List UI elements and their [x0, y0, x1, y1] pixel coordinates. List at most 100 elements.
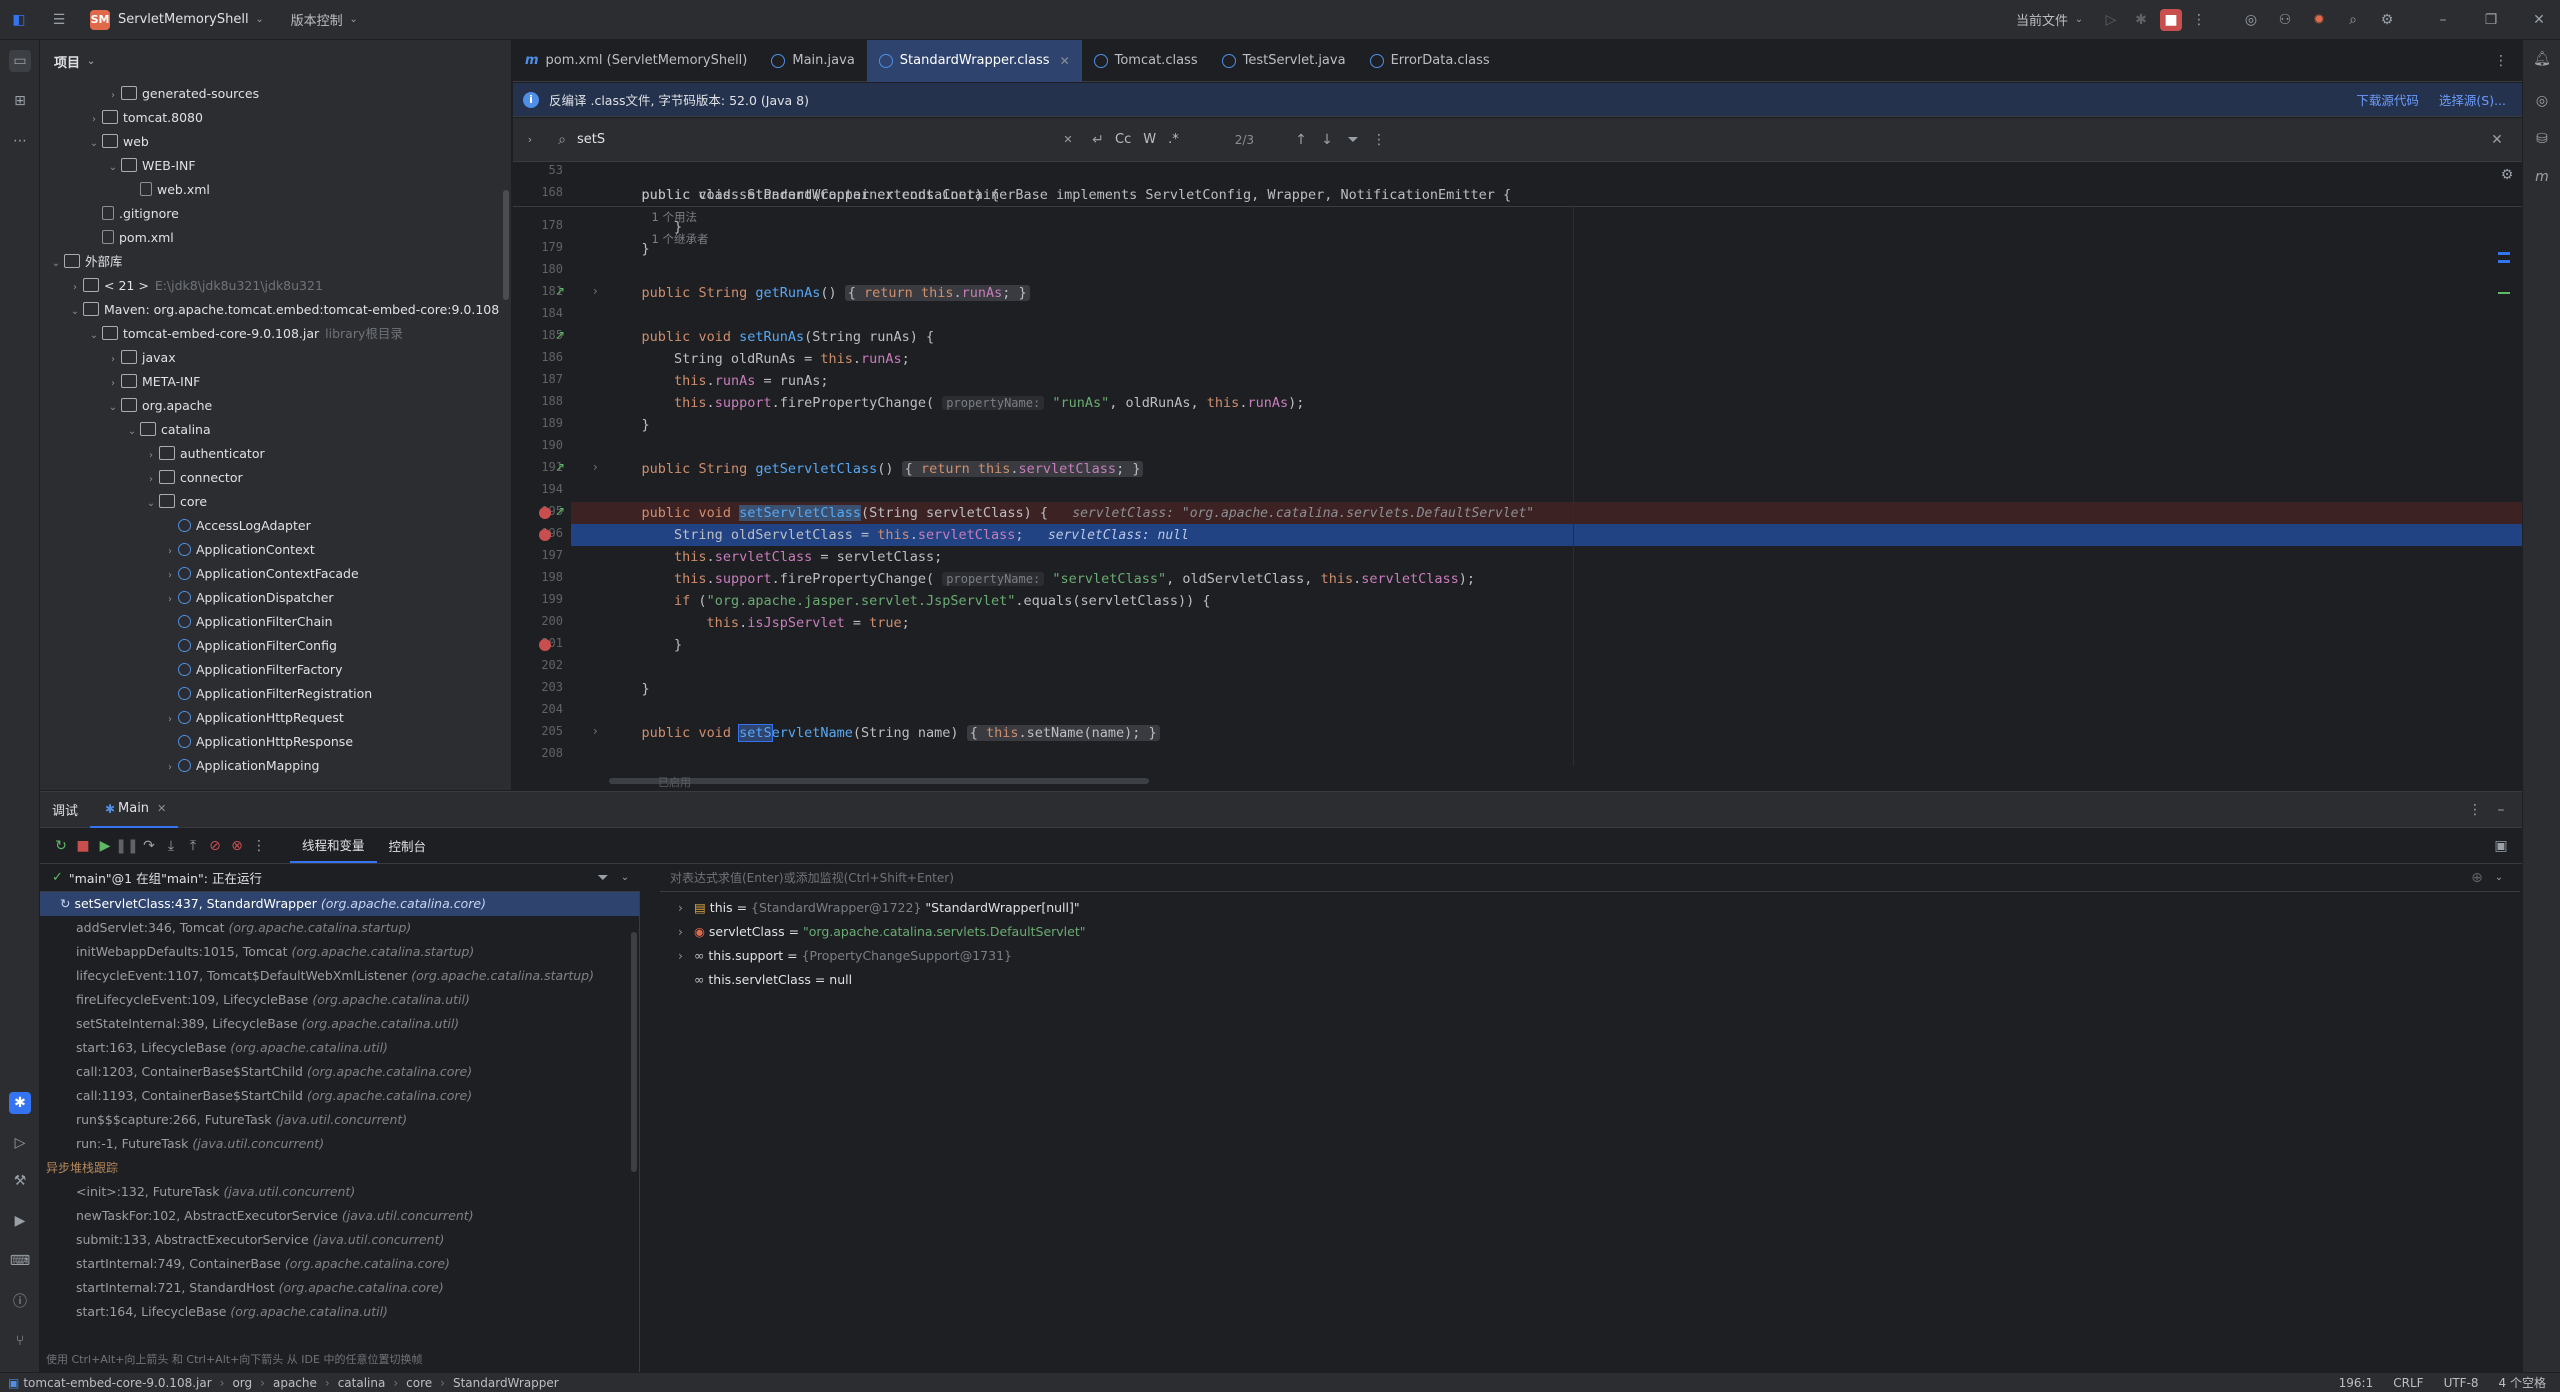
editor-tab[interactable]: Tomcat.class — [1082, 40, 1210, 82]
stack-frame[interactable]: start:164, LifecycleBase (org.apache.cat… — [40, 1300, 639, 1324]
tree-item[interactable]: ⌄ tomcat-embed-core-9.0.108.jar library根目录 — [40, 322, 511, 346]
code-line[interactable] — [571, 260, 2522, 282]
code-line[interactable]: this.servletClass = servletClass; — [571, 546, 2522, 568]
stack-frame[interactable]: call:1203, ContainerBase$StartChild (org… — [40, 1060, 639, 1084]
view-breakpoints-icon[interactable]: ⊘ — [204, 835, 226, 857]
stack-frame[interactable]: startInternal:721, StandardHost (org.apa… — [40, 1276, 639, 1300]
variable-row[interactable]: › ◉ servletClass = "org.apache.catalina.s… — [660, 920, 2522, 944]
code-line[interactable]: public void setRunAs(String runAs) { — [571, 326, 2522, 348]
code-line[interactable]: } — [571, 238, 2522, 260]
filter-icon[interactable]: ⏷ — [1342, 129, 1364, 151]
clear-search-icon[interactable]: ✕ — [1057, 129, 1079, 151]
code-line[interactable]: String oldServletClass = this.servletCla… — [571, 524, 2522, 546]
code-line[interactable]: } — [571, 216, 2522, 238]
chevron-right-icon[interactable]: › — [678, 920, 694, 944]
chevron-right-icon[interactable]: › — [105, 372, 121, 396]
tree-item[interactable]: ⌄ core — [40, 490, 511, 514]
code-line[interactable]: String oldRunAs = this.runAs; — [571, 348, 2522, 370]
whole-word-toggle[interactable]: W — [1143, 132, 1156, 147]
filter-icon[interactable]: ⏷ — [592, 867, 614, 889]
maven-icon[interactable]: m — [2531, 166, 2553, 188]
more-icon[interactable]: ⋮ — [2188, 9, 2210, 31]
account-icon[interactable]: ⚇ — [2274, 9, 2296, 31]
override-marker-icon[interactable]: ↗ — [555, 504, 565, 518]
code-line[interactable]: this.isJspServlet = true; — [571, 612, 2522, 634]
fold-chevron-icon[interactable]: › — [593, 460, 598, 474]
debug-tool-icon[interactable]: ✱ — [9, 1092, 31, 1114]
run-config-selector[interactable]: 当前文件 — [2016, 10, 2068, 29]
chevron-down-icon[interactable]: ⌄ — [86, 132, 102, 156]
code-line[interactable]: this.support.firePropertyChange( propert… — [571, 568, 2522, 590]
download-sources-link[interactable]: 下载源代码 — [2356, 90, 2419, 109]
tree-item[interactable]: ApplicationFilterRegistration — [40, 682, 511, 706]
chevron-right-icon[interactable]: › — [67, 276, 83, 300]
stack-frame[interactable]: newTaskFor:102, AbstractExecutorService … — [40, 1204, 639, 1228]
project-tool-icon[interactable]: ▭ — [9, 50, 31, 72]
tab-console[interactable]: 控制台 — [377, 829, 439, 863]
indent-setting[interactable]: 4 个空格 — [2499, 1374, 2546, 1391]
stack-frame[interactable]: submit:133, AbstractExecutorService (jav… — [40, 1228, 639, 1252]
chevron-down-icon[interactable]: ⌄ — [143, 492, 159, 516]
step-over-icon[interactable]: ↷ — [138, 835, 160, 857]
tree-item[interactable]: web.xml — [40, 178, 511, 202]
stop-icon[interactable]: ■ — [2160, 8, 2182, 31]
chevron-right-icon[interactable]: › — [678, 944, 694, 968]
notifications-icon[interactable]: 🔔︎ — [2531, 48, 2553, 70]
code-line[interactable]: } — [571, 678, 2522, 700]
chevron-right-icon[interactable]: › — [162, 588, 178, 612]
breakpoint-icon[interactable] — [539, 529, 551, 541]
pause-icon[interactable]: ❚❚ — [115, 835, 138, 857]
code-line[interactable]: } — [571, 634, 2522, 656]
override-marker-icon[interactable]: ↗ — [555, 328, 565, 342]
chevron-down-icon[interactable]: ⌄ — [80, 50, 102, 72]
stack-frame[interactable]: call:1193, ContainerBase$StartChild (org… — [40, 1084, 639, 1108]
evaluate-expression-input[interactable]: 对表达式求值(Enter)或添加监视(Ctrl+Shift+Enter) ⊕ ⌄ — [660, 864, 2520, 892]
tree-item[interactable]: › META-INF — [40, 370, 511, 394]
editor-tab[interactable]: TestServlet.java — [1210, 40, 1358, 82]
caret-position[interactable]: 196:1 — [2339, 1376, 2374, 1390]
project-switcher[interactable]: ServletMemoryShell — [118, 12, 249, 27]
regex-toggle[interactable]: .* — [1168, 132, 1179, 147]
structure-tool-icon[interactable]: ⊞ — [9, 90, 31, 112]
choose-sources-link[interactable]: 选择源(S)... — [2439, 90, 2506, 109]
tree-item[interactable]: ⌄ catalina — [40, 418, 511, 442]
run-icon[interactable]: ▷ — [2100, 9, 2122, 31]
database-icon[interactable]: ⛁ — [2531, 128, 2553, 150]
file-encoding[interactable]: UTF-8 — [2444, 1376, 2479, 1390]
chevron-down-icon[interactable]: ⌄ — [48, 252, 64, 276]
chevron-down-icon[interactable]: ⌄ — [86, 324, 102, 348]
stack-frame[interactable]: startInternal:749, ContainerBase (org.ap… — [40, 1252, 639, 1276]
breadcrumb-item[interactable]: StandardWrapper — [453, 1376, 559, 1390]
more-icon[interactable]: ⋮ — [2464, 799, 2486, 821]
tree-item[interactable]: › ApplicationMapping — [40, 754, 511, 778]
chevron-down-icon[interactable]: ⌄ — [105, 156, 121, 180]
more-icon[interactable]: ⋮ — [248, 835, 270, 857]
layout-icon[interactable]: ▣ — [2490, 835, 2512, 857]
chevron-right-icon[interactable]: › — [162, 564, 178, 588]
editor-tab[interactable]: m pom.xml (ServletMemoryShell) — [513, 40, 759, 82]
variable-row[interactable]: › ▤ this = {StandardWrapper@1722} "Standa… — [660, 896, 2522, 920]
tree-item[interactable]: ApplicationFilterFactory — [40, 658, 511, 682]
expand-replace-icon[interactable]: › — [519, 129, 541, 151]
breadcrumb-item[interactable]: catalina — [338, 1376, 386, 1390]
tree-item[interactable]: › tomcat.8080 — [40, 106, 511, 130]
close-find-icon[interactable]: ✕ — [2486, 129, 2508, 151]
chevron-down-icon[interactable]: ⌄ — [2068, 9, 2090, 31]
main-menu-icon[interactable]: ☰ — [48, 9, 70, 31]
ai-assistant-icon[interactable]: ◎ — [2240, 9, 2262, 31]
tree-item[interactable]: › ApplicationDispatcher — [40, 586, 511, 610]
code-line[interactable]: public String getRunAs() { return this.r… — [571, 282, 2522, 304]
tree-item[interactable]: ⌄ WEB-INF — [40, 154, 511, 178]
stop-icon[interactable]: ■ — [72, 835, 94, 857]
previous-match-icon[interactable]: ↑ — [1290, 129, 1312, 151]
close-tab-icon[interactable]: ✕ — [157, 802, 166, 815]
stack-frame[interactable]: start:163, LifecycleBase (org.apache.cat… — [40, 1036, 639, 1060]
chevron-right-icon[interactable]: › — [105, 84, 121, 108]
tree-item[interactable]: ApplicationFilterChain — [40, 610, 511, 634]
tree-item[interactable]: › ApplicationHttpRequest — [40, 706, 511, 730]
code-line[interactable]: public void setServletClass(String servl… — [571, 502, 2522, 524]
project-scrollbar[interactable] — [503, 190, 509, 300]
plugin-icon[interactable]: ✹ — [2308, 9, 2330, 31]
tree-item[interactable]: › javax — [40, 346, 511, 370]
tree-item[interactable]: › connector — [40, 466, 511, 490]
